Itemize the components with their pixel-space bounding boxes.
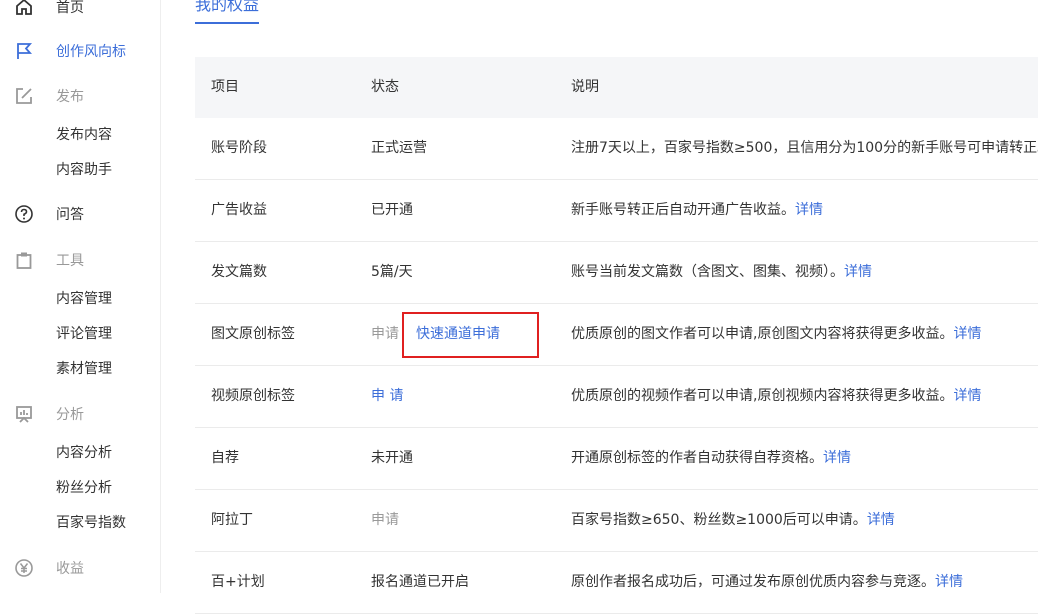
row-item: 发文篇数	[211, 264, 267, 280]
sidebar-subitem-content-analysis[interactable]: 内容分析	[56, 442, 112, 464]
row-status: 正式运营	[371, 140, 427, 156]
column-header-description: 说明	[571, 79, 599, 95]
sidebar-item-publish[interactable]: 发布	[0, 81, 160, 111]
details-link[interactable]: 详情	[935, 574, 963, 590]
sidebar-item-qa[interactable]: 问答	[0, 199, 160, 229]
row-description: 注册7天以上，百家号指数≥500，且信用分为100分的新手账号可申请转正。	[571, 140, 1038, 156]
home-icon	[14, 0, 34, 17]
chart-icon	[14, 404, 34, 424]
sidebar-item-label: 首页	[56, 0, 84, 16]
row-item: 广告收益	[211, 202, 267, 218]
sidebar: 首页 创作风向标 发布 发布内容 内容助手 问答 工具 内容管理 评论管理 素材…	[0, 0, 161, 593]
table-row: 阿拉丁 申请 百家号指数≥650、粉丝数≥1000后可以申请。详情	[195, 490, 1038, 552]
sidebar-subitem-comment-manage[interactable]: 评论管理	[56, 323, 112, 345]
sidebar-item-label: 工具	[56, 253, 84, 269]
row-item: 图文原创标签	[211, 326, 295, 342]
row-status: 已开通	[371, 202, 413, 218]
table-row: 广告收益 已开通 新手账号转正后自动开通广告收益。详情	[195, 180, 1038, 242]
sidebar-item-tools[interactable]: 工具	[0, 245, 160, 275]
sidebar-subitem-fans-analysis[interactable]: 粉丝分析	[56, 477, 112, 499]
table-row: 图文原创标签 申请 快速通道申请 优质原创的图文作者可以申请,原创图文内容将获得…	[195, 304, 1038, 366]
details-link[interactable]: 详情	[823, 450, 851, 466]
question-icon	[14, 204, 34, 224]
column-header-item: 项目	[211, 79, 239, 95]
apply-button[interactable]: 申 请	[371, 366, 403, 427]
sidebar-subitem-content-assistant[interactable]: 内容助手	[56, 159, 112, 181]
row-description: 原创作者报名成功后，可通过发布原创优质内容参与竞逐。详情	[571, 574, 963, 590]
row-description: 优质原创的视频作者可以申请,原创视频内容将获得更多收益。详情	[571, 388, 982, 404]
row-description: 新手账号转正后自动开通广告收益。详情	[571, 202, 823, 218]
row-status: 未开通	[371, 450, 413, 466]
apply-button-disabled: 申请	[371, 326, 399, 342]
row-item: 账号阶段	[211, 140, 267, 156]
clipboard-icon	[14, 250, 34, 270]
sidebar-subitem-baijia-index[interactable]: 百家号指数	[56, 512, 126, 534]
table-row: 百+计划 报名通道已开启 原创作者报名成功后，可通过发布原创优质内容参与竞逐。详…	[195, 552, 1038, 614]
sidebar-item-home[interactable]: 首页	[0, 0, 160, 22]
apply-button-disabled: 申请	[371, 512, 399, 528]
row-description: 开通原创标签的作者自动获得自荐资格。详情	[571, 450, 851, 466]
sidebar-subitem-material-manage[interactable]: 素材管理	[56, 358, 112, 380]
sidebar-item-label: 收益	[56, 561, 84, 577]
table-header: 项目 状态 说明	[195, 57, 1038, 118]
sidebar-item-label: 创作风向标	[56, 44, 126, 60]
table-row: 发文篇数 5篇/天 账号当前发文篇数（含图文、图集、视频）。详情	[195, 242, 1038, 304]
sidebar-subitem-content-manage[interactable]: 内容管理	[56, 288, 112, 310]
row-item: 视频原创标签	[211, 388, 295, 404]
sidebar-item-analysis[interactable]: 分析	[0, 399, 160, 429]
column-header-status: 状态	[371, 79, 399, 95]
table-row: 账号阶段 正式运营 注册7天以上，百家号指数≥500，且信用分为100分的新手账…	[195, 118, 1038, 180]
sidebar-item-label: 分析	[56, 407, 84, 423]
row-status: 报名通道已开启	[371, 574, 469, 590]
rights-table: 项目 状态 说明 账号阶段 正式运营 注册7天以上，百家号指数≥500，且信用分…	[195, 57, 1038, 614]
flag-icon	[14, 41, 34, 61]
details-link[interactable]: 详情	[844, 264, 872, 280]
row-description: 百家号指数≥650、粉丝数≥1000后可以申请。详情	[571, 512, 895, 528]
table-row: 视频原创标签 申 请 优质原创的视频作者可以申请,原创视频内容将获得更多收益。详…	[195, 366, 1038, 428]
sidebar-subitem-publish-content[interactable]: 发布内容	[56, 124, 112, 146]
row-item: 自荐	[211, 450, 239, 466]
edit-icon	[14, 86, 34, 106]
table-row: 自荐 未开通 开通原创标签的作者自动获得自荐资格。详情	[195, 428, 1038, 490]
tab-my-rights[interactable]: 我的权益	[195, 0, 260, 24]
details-link[interactable]: 详情	[953, 326, 981, 342]
sidebar-item-label: 发布	[56, 89, 84, 105]
row-status: 5篇/天	[371, 264, 413, 280]
row-description: 优质原创的图文作者可以申请,原创图文内容将获得更多收益。详情	[571, 326, 982, 342]
row-item: 阿拉丁	[211, 512, 253, 528]
row-description: 账号当前发文篇数（含图文、图集、视频）。详情	[571, 264, 872, 280]
details-link[interactable]: 详情	[953, 388, 981, 404]
sidebar-item-income[interactable]: 收益	[0, 553, 160, 583]
details-link[interactable]: 详情	[867, 512, 895, 528]
sidebar-item-label: 问答	[56, 207, 84, 223]
row-item: 百+计划	[211, 574, 265, 590]
details-link[interactable]: 详情	[795, 202, 823, 218]
yen-icon	[14, 558, 34, 578]
fast-track-apply-link[interactable]: 快速通道申请	[416, 304, 500, 365]
sidebar-item-trend[interactable]: 创作风向标	[0, 36, 160, 66]
